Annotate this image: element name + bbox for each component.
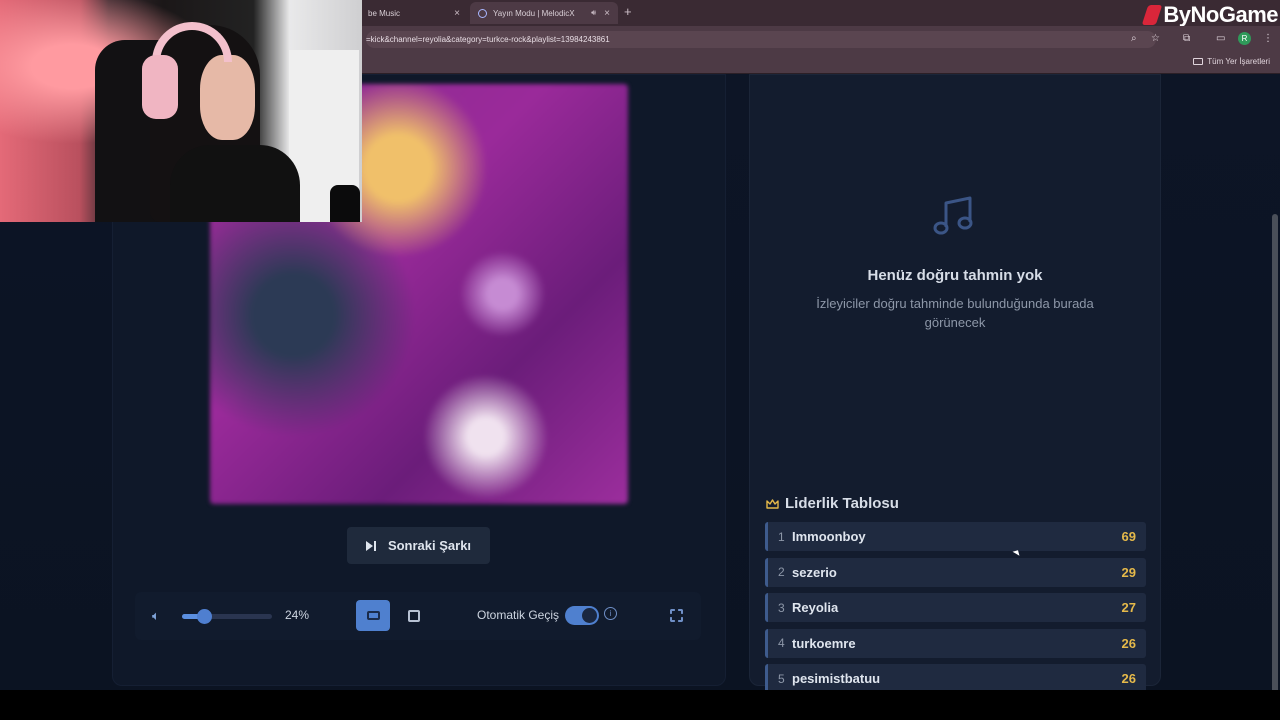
all-bookmarks[interactable]: Tüm Yer İşaretleri <box>1193 57 1270 66</box>
url-text: =kick&channel=reyolia&category=turkce-ro… <box>366 35 610 44</box>
close-icon[interactable]: × <box>604 8 610 19</box>
empty-state-subtitle: İzleyiciler doğru tahminde bulunduğunda … <box>816 296 1094 330</box>
film-icon <box>408 609 420 622</box>
leaderboard-score: 29 <box>1121 564 1136 580</box>
empty-state-title: Henüz doğru tahmin yok <box>867 267 1043 284</box>
screen-mode-button[interactable] <box>356 600 390 631</box>
leaderboard-title-text: Liderlik Tablosu <box>785 495 899 512</box>
leaderboard-name: Immoonboy <box>792 529 866 544</box>
leaderboard-score: 26 <box>1121 635 1136 651</box>
tab-melodicx[interactable]: Yayın Modu | MelodicX 🔊︎ × <box>470 2 618 24</box>
extensions-icon[interactable]: ⧉ <box>1183 33 1190 44</box>
auto-advance-toggle[interactable] <box>565 606 599 625</box>
music-note-icon <box>933 196 973 235</box>
globe-icon <box>478 8 487 18</box>
leaderboard-name: sezerio <box>792 564 837 580</box>
leaderboard-row: 3 Reyolia 27 <box>765 593 1146 622</box>
leaderboard-title: Liderlik Tablosu <box>766 495 899 512</box>
volume-percent: 24% <box>285 608 310 622</box>
streamer-face <box>200 55 255 140</box>
webcam-overlay <box>0 0 362 222</box>
speaker-icon[interactable]: 🔊︎ <box>591 8 596 18</box>
leaderboard-name: turkoemre <box>792 635 856 651</box>
profile-avatar[interactable]: R <box>1238 32 1251 45</box>
headset-earcup <box>142 55 178 119</box>
streamer-shirt <box>170 145 300 222</box>
player-controls: 🔈︎ 24% Otomatik Geçiş i <box>135 592 701 640</box>
brand-logo: ByNoGame <box>1142 2 1278 28</box>
brand-name: ByNoGame <box>1163 2 1278 27</box>
close-icon[interactable]: × <box>454 8 460 19</box>
tab-youtube-music[interactable]: be Music × <box>360 4 468 22</box>
next-song-label: Sonraki Şarkı <box>387 538 472 553</box>
tab-label: Yayın Modu | MelodicX <box>493 8 575 18</box>
url-field[interactable]: =kick&channel=reyolia&category=turkce-ro… <box>366 31 1156 48</box>
crown-icon <box>766 498 779 509</box>
info-icon[interactable]: i <box>604 607 617 620</box>
next-song-button[interactable]: Sonraki Şarkı <box>347 527 490 564</box>
menu-icon[interactable]: ⋮ <box>1263 33 1273 44</box>
brand-mark-icon <box>1142 5 1163 25</box>
leaderboard-row: 4 turkoemre 26 <box>765 628 1146 658</box>
leaderboard-score: 27 <box>1121 600 1136 615</box>
leaderboard-rank: 2 <box>778 565 785 579</box>
leaderboard-list: 1 Immoonboy 69 2 sezerio 29 3 Reyolia 27… <box>765 522 1146 700</box>
guesses-panel: Henüz doğru tahmin yok İzleyiciler doğru… <box>749 74 1161 693</box>
tab-label: be Music <box>368 8 401 18</box>
leaderboard-row: 1 Immoonboy 69 <box>765 522 1146 551</box>
new-tab-icon[interactable]: + <box>624 4 632 19</box>
toggle-knob <box>582 608 597 623</box>
leaderboard-row: 5 pesimistbatuu 26 <box>765 664 1146 693</box>
monitor-icon <box>366 611 380 620</box>
auto-advance-label: Otomatik Geçiş <box>477 608 560 622</box>
skip-next-icon <box>365 540 376 551</box>
volume-slider-handle[interactable] <box>196 609 212 624</box>
leaderboard-name: pesimistbatuu <box>792 671 881 686</box>
leaderboard-rank: 1 <box>778 529 785 544</box>
leaderboard-score: 69 <box>1121 529 1136 544</box>
cast-icon[interactable]: ▭ <box>1216 33 1225 44</box>
leaderboard-rank: 4 <box>778 636 785 650</box>
leaderboard-rank: 5 <box>778 671 785 686</box>
bottom-letterbox <box>0 690 1280 720</box>
leaderboard-row: 2 sezerio 29 <box>765 557 1146 587</box>
leaderboard-name: Reyolia <box>792 600 839 615</box>
microphone <box>330 185 360 222</box>
video-mode-button[interactable] <box>397 600 431 631</box>
folder-icon <box>1193 58 1204 65</box>
volume-slider[interactable] <box>182 609 272 624</box>
fullscreen-icon[interactable] <box>670 609 683 622</box>
all-bookmarks-label: Tüm Yer İşaretleri <box>1207 57 1270 66</box>
star-icon[interactable]: ☆ <box>1151 33 1160 44</box>
zoom-icon[interactable]: ⌕ <box>1131 33 1137 44</box>
leaderboard-score: 26 <box>1121 671 1136 686</box>
leaderboard-rank: 3 <box>778 600 785 615</box>
page-scrollbar[interactable] <box>1272 214 1278 709</box>
volume-icon[interactable]: 🔈︎ <box>152 608 160 624</box>
